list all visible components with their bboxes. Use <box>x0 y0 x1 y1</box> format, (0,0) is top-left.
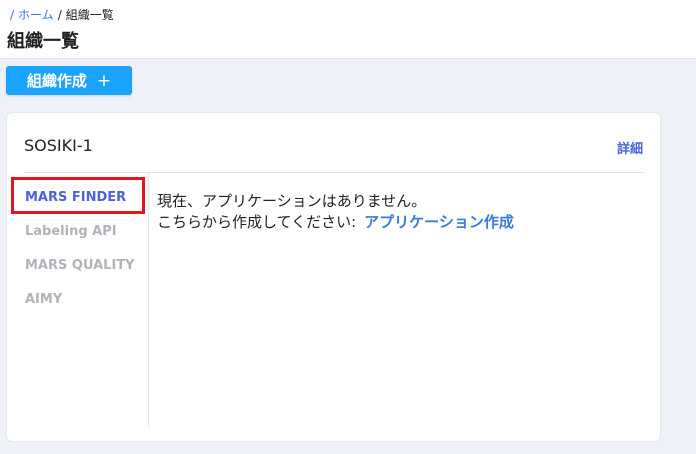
breadcrumb-home-link[interactable]: ホーム <box>18 7 54 23</box>
create-organization-label: 組織作成 <box>26 72 87 90</box>
breadcrumb: / ホーム / 組織一覧 <box>10 7 114 23</box>
breadcrumb-separator: / <box>57 8 62 22</box>
create-application-link[interactable]: アプリケーション作成 <box>364 213 514 231</box>
empty-app-message: 現在、アプリケーションはありません。 こちらから作成してください: アプリケーショ… <box>157 191 514 233</box>
empty-app-message-line2-row: こちらから作成してください: アプリケーション作成 <box>157 212 514 233</box>
organization-name: SOSIKI-1 <box>24 136 93 155</box>
empty-app-message-line1: 現在、アプリケーションはありません。 <box>157 192 427 210</box>
breadcrumb-separator: / <box>10 8 15 22</box>
app-item-mars-finder[interactable]: MARS FINDER <box>25 190 126 205</box>
plus-icon: + <box>96 70 112 91</box>
app-item-mars-quality[interactable]: MARS QUALITY <box>25 258 135 273</box>
create-organization-button[interactable]: 組織作成 + <box>6 66 132 95</box>
empty-app-message-line2: こちらから作成してください: <box>157 213 357 231</box>
organization-card: SOSIKI-1 詳細 MARS FINDER Labeling API MAR… <box>6 112 661 442</box>
breadcrumb-current: 組織一覧 <box>65 8 114 22</box>
organization-detail-link[interactable]: 詳細 <box>617 138 643 157</box>
app-item-aimy[interactable]: AIMY <box>25 292 62 307</box>
page-title: 組織一覧 <box>7 31 79 52</box>
app-item-labeling-api[interactable]: Labeling API <box>25 224 117 239</box>
top-bar: / ホーム / 組織一覧 組織一覧 <box>0 0 696 59</box>
application-list: MARS FINDER Labeling API MARS QUALITY AI… <box>7 173 149 427</box>
